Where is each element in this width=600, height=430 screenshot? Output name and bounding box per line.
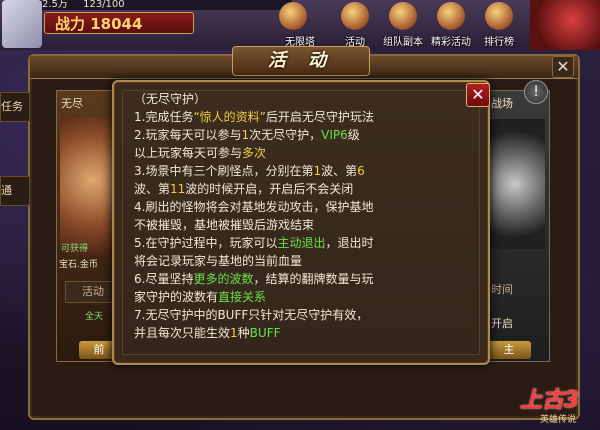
rule-line: 4.刷出的怪物将会对基地发动攻击，保护基地 [134,198,474,216]
rule-line: 3.场景中有三个刷怪点，分别在第1波、第6 [134,162,474,180]
rule-segment: 级 [347,128,360,142]
menu-label: 排行榜 [484,37,514,48]
rule-line: 以上玩家每天可参与多次 [134,144,474,162]
menu-label: 精彩活动 [431,37,471,48]
rule-line: 6.尽量坚持更多的波数，结算的翻牌数量与玩 [134,270,474,288]
rule-segment: 种 [237,326,250,340]
rule-line: 将会记录玩家与基地的当前血量 [134,252,474,270]
menu-leaderboard[interactable]: 排行榜 [476,0,522,50]
battlefield-card[interactable]: 战场 时间 开启 主 [480,90,550,362]
rule-line: 5.在守护过程中，玩家可以主动退出，退出时 [134,234,474,252]
rule-segment: 6 [357,164,365,178]
trophy-icon [485,2,513,30]
dungeon-icon [389,2,417,30]
rule-segment: 1 [241,128,250,142]
rule-line: 2.玩家每天可以参与1次无尽守护，VIP6级 [134,126,474,144]
rule-segment: 6.尽量坚持 [134,272,194,286]
goto-button-right[interactable]: 主 [487,341,531,359]
menu-team-dungeon[interactable]: 组队副本 [380,0,426,50]
rule-segment: 主动退出 [277,236,326,250]
rule-line: 家守护的波数有直接关系 [134,288,474,306]
card-caption: 战场 [491,97,513,110]
activity-icon [341,2,369,30]
card-artwork [485,119,545,249]
rule-segment: 多次 [242,146,267,160]
logo-subtitle: 英雄传说 [540,415,577,425]
rule-segment: 直接关系 [218,290,267,304]
rule-segment: 更多的波数 [193,272,254,286]
rule-segment: 并且每次只能生效 [134,326,231,340]
menu-featured-events[interactable]: 精彩活动 [428,0,474,50]
rule-segment: 家守护的波数有 [134,290,219,304]
top-menu: 无限塔 活动 组队副本 精彩活动 排行榜 [270,0,522,50]
rule-segment: 次无尽守护， [249,128,322,142]
reward-items: 宝石.金币 [59,260,98,270]
menu-activity[interactable]: 活动 [332,0,378,50]
rule-segment: VIP6 [321,128,348,142]
rule-segment: 波、第 [321,164,358,178]
corner-emblem-icon[interactable] [530,0,600,50]
top-hud: 2.5万 123/100 战力 18044 无限塔 活动 组队副本 精彩活动 排… [0,0,600,50]
activity-title: 活 动 [232,46,370,76]
combat-power: 战力 18044 [44,12,194,34]
rule-line: 7.无尽守护中的BUFF只针对无尽守护有效， [134,306,474,324]
card-caption: 无尽 [61,97,83,110]
resource-bar: 2.5万 123/100 [42,0,292,10]
rule-segment: 11 [170,182,186,196]
rule-segment: BUFF [249,326,281,340]
game-scene: 2.5万 123/100 战力 18044 无限塔 活动 组队副本 精彩活动 排… [0,0,600,430]
side-tab-tasks[interactable]: 任务 [0,92,30,122]
time-label: 时间 [491,283,513,296]
hero-avatar[interactable] [2,0,42,48]
menu-endless-tower[interactable]: 无限塔 [270,0,330,50]
tower-icon [279,2,307,30]
rule-segment: 5.在守护过程中，玩家可以 [134,236,278,250]
game-logo: 上古3 英雄传说 [520,382,596,426]
rule-line: 1.完成任务“惊人的资料”后开启无尽守护玩法 [134,108,474,126]
rule-segment: 将会记录玩家与基地的当前血量 [134,254,303,268]
side-tab-other[interactable]: 通 [0,176,30,206]
open-label: 开启 [491,317,513,330]
rule-segment: 3.场景中有三个刷怪点，分别在第 [134,164,314,178]
rule-line: 不被摧毁，基地被摧毁后游戏结束 [134,216,474,234]
rule-segment: 1 [313,164,322,178]
rule-segment: 1 [230,326,238,340]
rule-segment: 波的时候开启，开启后不会关闭 [185,182,354,196]
rule-segment: 1.完成任务 [134,110,194,124]
rule-segment: ，退出时 [325,236,374,250]
menu-label: 组队副本 [383,37,423,48]
rule-segment: （无尽守护） [134,92,207,106]
activity-close-button[interactable]: ✕ [552,56,574,78]
rule-segment: 2.玩家每天可以参与 [134,128,242,142]
rules-text: （无尽守护） 1.完成任务“惊人的资料”后开启无尽守护玩法 2.玩家每天可以参与1次… [134,90,474,342]
rule-line: （无尽守护） [134,90,474,108]
logo-text: 上古3 [520,388,580,413]
events-icon [437,2,465,30]
rule-segment: 7.无尽守护中的BUFF只针对无尽守护有效， [134,308,369,322]
resource-stamina: 123/100 [83,0,125,10]
rule-line: 并且每次只能生效1种BUFF [134,324,474,342]
rule-line: 波、第11波的时候开启，开启后不会关闭 [134,180,474,198]
reward-label: 可获得 [61,244,89,254]
rule-segment: ，结算的翻牌数量与玩 [253,272,374,286]
rule-segment: “惊人的资料” [193,110,266,124]
info-icon[interactable]: ! [524,80,548,104]
rule-segment: 波、第 [134,182,171,196]
rule-segment: 4.刷出的怪物将会对基地发动攻击，保护基地 [134,200,374,214]
rule-segment: 后开启无尽守护玩法 [265,110,374,124]
all-day-label: 全天 [85,312,104,322]
rule-segment: 不被摧毁，基地被摧毁后游戏结束 [134,218,315,232]
resource-gold: 2.5万 [42,0,68,10]
rule-segment: 以上玩家每天可参与 [134,146,243,160]
